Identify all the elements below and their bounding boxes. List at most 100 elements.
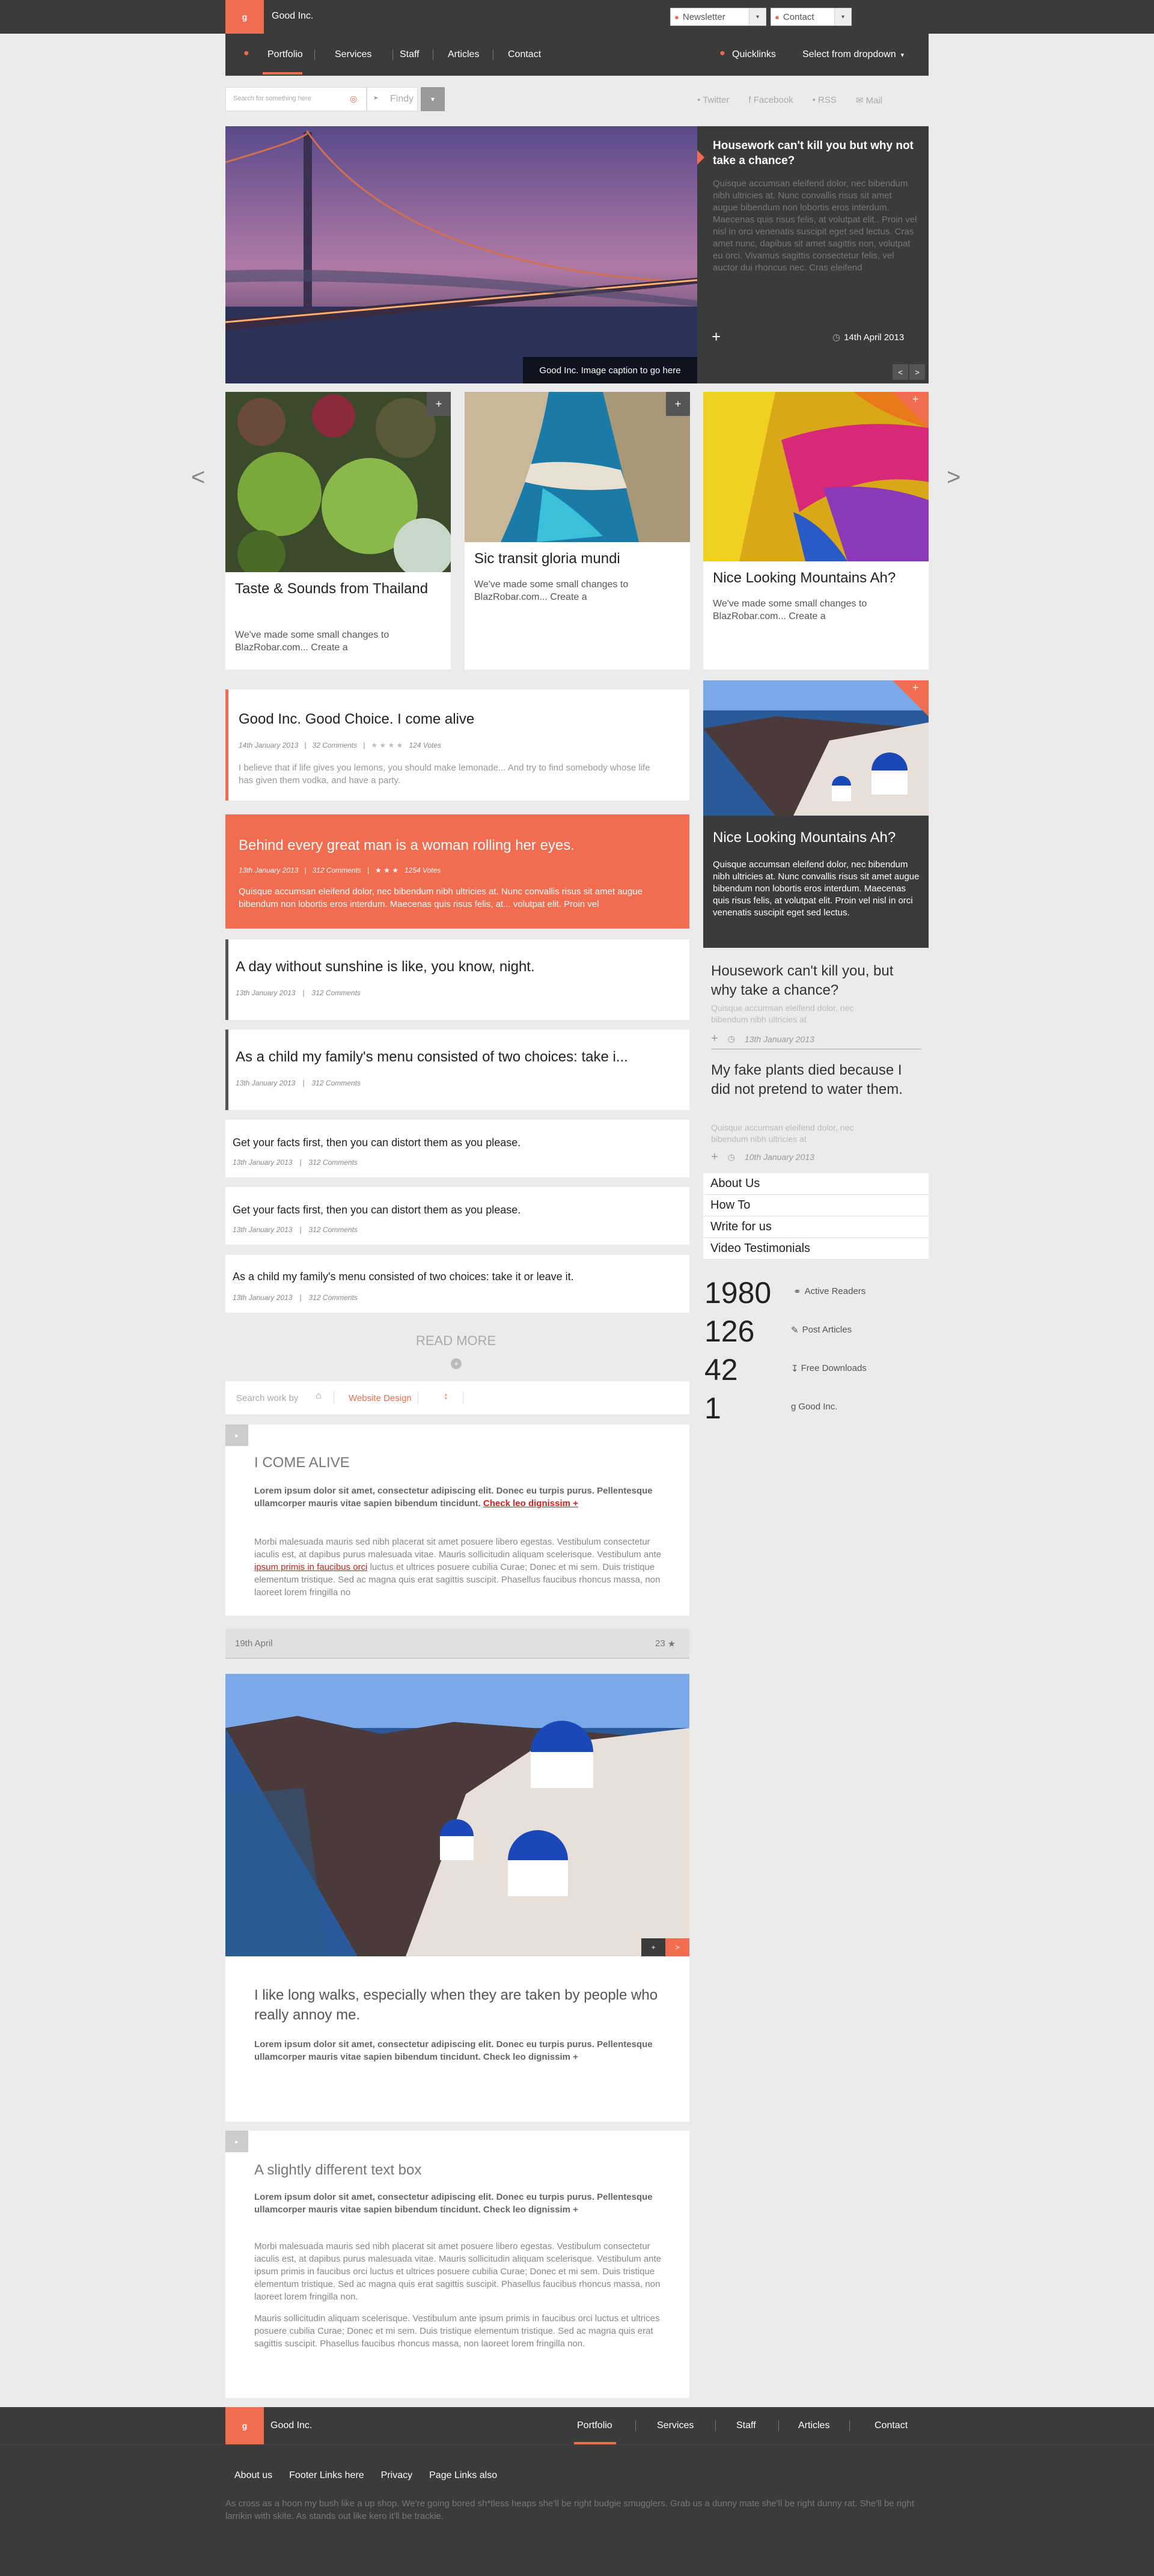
location-pin-icon: ● — [243, 48, 249, 58]
nav-item-services[interactable]: Services — [335, 34, 371, 76]
post-title[interactable]: A day without sunshine is like, you know… — [236, 959, 535, 975]
findy-input[interactable]: ➤ Findy — [367, 87, 418, 111]
footer-link[interactable]: Privacy — [381, 2470, 412, 2481]
newsletter-button[interactable]: ● Newsletter ▾ — [670, 8, 766, 26]
stat-number: 42 — [704, 1353, 738, 1387]
hero-side-title[interactable]: Housework can't kill you but why not tak… — [713, 138, 917, 168]
social-mail[interactable]: ✉ Mail — [856, 95, 882, 106]
card-title: Taste & Sounds from Thailand — [235, 581, 429, 597]
social-facebook[interactable]: f Facebook — [748, 95, 793, 106]
brand-name[interactable]: Good Inc. — [272, 11, 313, 22]
next-button[interactable]: > — [909, 364, 925, 380]
footer-link[interactable]: Page Links also — [429, 2470, 497, 2481]
post-title[interactable]: As a child my family's menu consisted of… — [236, 1049, 628, 1066]
nav-item-portfolio[interactable]: Portfolio — [267, 34, 303, 76]
expand-button[interactable]: ▸ — [225, 2131, 248, 2152]
post-title[interactable]: Get your facts first, then you can disto… — [233, 1137, 521, 1149]
post-item[interactable]: A day without sunshine is like, you know… — [225, 939, 689, 1020]
sidebar-post-title[interactable]: My fake plants died because I did not pr… — [711, 1061, 915, 1099]
expand-button[interactable]: ▸ — [225, 1424, 248, 1446]
card-thailand[interactable]: + Taste & Sounds from Thailand We've mad… — [225, 392, 451, 670]
article-lead: Lorem ipsum dolor sit amet, consectetur … — [254, 2192, 653, 2215]
nav-item-staff[interactable]: Staff — [400, 34, 420, 76]
footer-brand-name[interactable]: Good Inc. — [270, 2420, 312, 2431]
plus-icon[interactable]: + — [912, 682, 919, 694]
nav-item-articles[interactable]: Articles — [448, 34, 479, 76]
plus-button[interactable]: + — [641, 1938, 665, 1956]
footer-nav-services[interactable]: Services — [657, 2420, 694, 2431]
post-item[interactable]: As a child my family's menu consisted of… — [225, 1030, 689, 1110]
divider — [849, 2420, 850, 2431]
post-meta: 13th January 2013 | 312 Comments — [233, 1225, 358, 1234]
plus-icon[interactable]: + — [912, 393, 919, 406]
carousel-next-arrow[interactable]: > — [947, 464, 960, 491]
post-title[interactable]: Get your facts first, then you can disto… — [233, 1204, 521, 1216]
filter-active-item[interactable]: Website Design — [349, 1393, 412, 1403]
social-twitter[interactable]: • Twitter — [697, 95, 729, 106]
post-title[interactable]: Behind every great man is a woman rollin… — [239, 837, 575, 854]
clock-icon: ◷ — [832, 332, 841, 343]
post-title[interactable]: As a child my family's menu consisted of… — [233, 1271, 574, 1283]
quicklinks-link[interactable]: Quicklinks — [732, 34, 776, 76]
social-links: • Twitter f Facebook • RSS ✉ Mail — [697, 95, 882, 106]
stat-label: ↧ Free Downloads — [791, 1363, 867, 1374]
chevron-right-icon: ▸ — [235, 2138, 239, 2146]
nav-item-contact[interactable]: Contact — [508, 34, 541, 76]
chevron-updown-icon[interactable]: ↕ — [444, 1391, 448, 1402]
article-count[interactable]: 23 ★ — [655, 1638, 676, 1649]
hero-caption: Good Inc. Image caption to go here — [523, 357, 697, 383]
search-input[interactable]: Search for something here ◎ — [225, 87, 367, 111]
read-more-link[interactable]: READ MORE — [416, 1333, 496, 1349]
contact-button[interactable]: ● Contact ▾ — [771, 8, 852, 26]
post-title[interactable]: Good Inc. Good Choice. I come alive — [239, 711, 474, 728]
plus-circle-icon[interactable]: + — [451, 1358, 462, 1369]
post-item[interactable]: Get your facts first, then you can disto… — [225, 1120, 689, 1177]
article-card: ▸ I COME ALIVE Lorem ipsum dolor sit ame… — [225, 1424, 689, 1616]
card-image-beach — [465, 392, 690, 542]
next-button[interactable]: > — [665, 1938, 689, 1956]
footer-link[interactable]: Footer Links here — [289, 2470, 364, 2481]
footer-logo[interactable]: g — [225, 2407, 264, 2444]
twitter-icon: • — [697, 95, 701, 105]
plus-icon[interactable]: + — [712, 328, 721, 346]
footer-nav-staff[interactable]: Staff — [736, 2420, 756, 2431]
card-plus-button[interactable]: + — [666, 392, 690, 416]
stat-number: 126 — [704, 1314, 755, 1348]
logo[interactable]: g — [225, 0, 264, 34]
sidebar-post-title[interactable]: Housework can't kill you, but why take a… — [711, 962, 915, 1000]
search-icon: ◎ — [350, 94, 358, 103]
newsletter-label: Newsletter — [682, 11, 725, 22]
sidebar-link-about[interactable]: About Us — [703, 1173, 929, 1195]
sidebar-link-write[interactable]: Write for us — [703, 1216, 929, 1238]
select-dropdown[interactable]: Select from dropdown ▾ — [802, 34, 904, 76]
post-item-highlighted[interactable]: Behind every great man is a woman rollin… — [225, 814, 689, 929]
article-lead-link[interactable]: Check leo dignissim + — [483, 1498, 578, 1509]
search-submit-button[interactable]: ▾ — [421, 87, 445, 111]
logo-letter: g — [242, 12, 248, 22]
card-plus-button[interactable]: + — [427, 392, 451, 416]
article-quote: I like long walks, especially when they … — [254, 1987, 658, 2023]
sidebar-feature[interactable]: + Nice Looking Mountains Ah? Quisque acc… — [703, 680, 929, 948]
footer-link[interactable]: About us — [234, 2470, 272, 2481]
cursor-icon: ➤ — [373, 95, 379, 102]
footer-text: As cross as a hoon my bush like a up sho… — [225, 2498, 914, 2521]
article-body-link[interactable]: ipsum primis in faucibus orci — [254, 1562, 367, 1572]
footer-nav-portfolio[interactable]: Portfolio — [577, 2420, 612, 2431]
home-icon[interactable]: ⌂ — [316, 1391, 322, 1402]
card-gloria[interactable]: + Sic transit gloria mundi We've made so… — [465, 392, 690, 670]
post-item[interactable]: As a child my family's menu consisted of… — [225, 1255, 689, 1313]
article-image-santorini[interactable]: + > — [225, 1674, 689, 1956]
post-item[interactable]: Good Inc. Good Choice. I come alive 14th… — [225, 689, 689, 801]
prev-button[interactable]: < — [893, 364, 908, 380]
hero-image[interactable]: Good Inc. Image caption to go here — [225, 126, 697, 383]
filter-bar: Search work by ⌂ Website Design ↕ — [225, 1381, 689, 1414]
post-item[interactable]: Get your facts first, then you can disto… — [225, 1187, 689, 1245]
footer-nav-contact[interactable]: Contact — [875, 2420, 908, 2431]
card-mountains[interactable]: + Nice Looking Mountains Ah? We've made … — [703, 392, 929, 670]
sidebar-link-video[interactable]: Video Testimonials — [703, 1238, 929, 1260]
stat-label: g Good Inc. — [791, 1402, 838, 1412]
footer-nav-articles[interactable]: Articles — [798, 2420, 829, 2431]
carousel-prev-arrow[interactable]: < — [191, 464, 205, 491]
sidebar-link-howto[interactable]: How To — [703, 1195, 929, 1216]
social-rss[interactable]: • RSS — [813, 95, 837, 106]
